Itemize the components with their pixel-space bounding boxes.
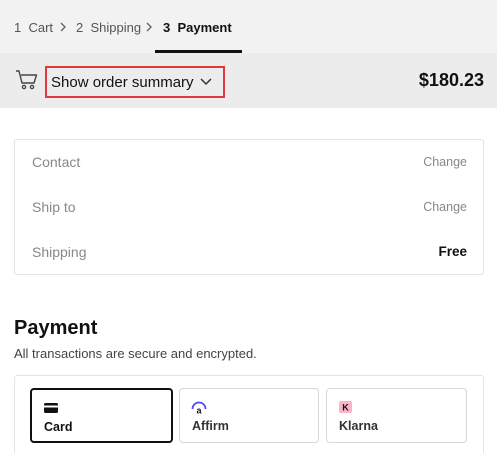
payment-heading: Payment (14, 317, 98, 339)
breadcrumb-step-payment: 3 Payment (163, 20, 232, 35)
chevron-right-icon (60, 22, 66, 32)
step-number: 1 (14, 20, 22, 35)
card-label: Card (44, 420, 73, 434)
shipping-row: Shipping Free (15, 230, 483, 275)
chevron-down-icon (200, 78, 212, 86)
affirm-icon: a (191, 401, 207, 415)
breadcrumb-step-shipping[interactable]: 2 Shipping (76, 20, 141, 35)
shipping-value: Free (438, 244, 467, 259)
card-icon (44, 403, 58, 413)
breadcrumb-step-cart[interactable]: 1 Cart (14, 20, 53, 35)
payment-subtitle: All transactions are secure and encrypte… (14, 346, 257, 361)
affirm-label: Affirm (192, 419, 229, 433)
klarna-label: Klarna (339, 419, 378, 433)
step-number: 3 (163, 20, 171, 35)
step-label: Shipping (90, 20, 142, 35)
step-number: 2 (76, 20, 84, 35)
cart-icon (16, 70, 38, 90)
breadcrumb: 1 Cart 2 Shipping 3 Payment (0, 0, 497, 53)
payment-method-card[interactable]: Card (30, 388, 173, 443)
change-contact-link[interactable]: Change (423, 155, 467, 169)
step-label: Payment (177, 20, 232, 35)
payment-method-klarna[interactable]: K Klarna (326, 388, 467, 443)
show-order-summary-label: Show order summary (51, 73, 194, 91)
order-total: $180.23 (418, 70, 484, 90)
checkout-review-box: Contact Change Ship to Change Shipping F… (14, 139, 484, 275)
svg-text:K: K (342, 403, 349, 413)
order-summary-bar: Show order summary $180.23 (0, 53, 497, 108)
contact-row: Contact Change (15, 140, 483, 185)
ship-to-label: Ship to (32, 199, 76, 215)
chevron-right-icon (146, 22, 152, 32)
svg-text:a: a (196, 406, 202, 415)
show-order-summary-button[interactable]: Show order summary (45, 66, 225, 98)
ship-to-row: Ship to Change (15, 185, 483, 230)
change-ship-to-link[interactable]: Change (423, 200, 467, 214)
payment-method-affirm[interactable]: a Affirm (179, 388, 319, 443)
contact-label: Contact (32, 154, 81, 170)
step-label: Cart (28, 20, 54, 35)
shipping-label: Shipping (32, 244, 87, 260)
klarna-icon: K (339, 401, 352, 413)
